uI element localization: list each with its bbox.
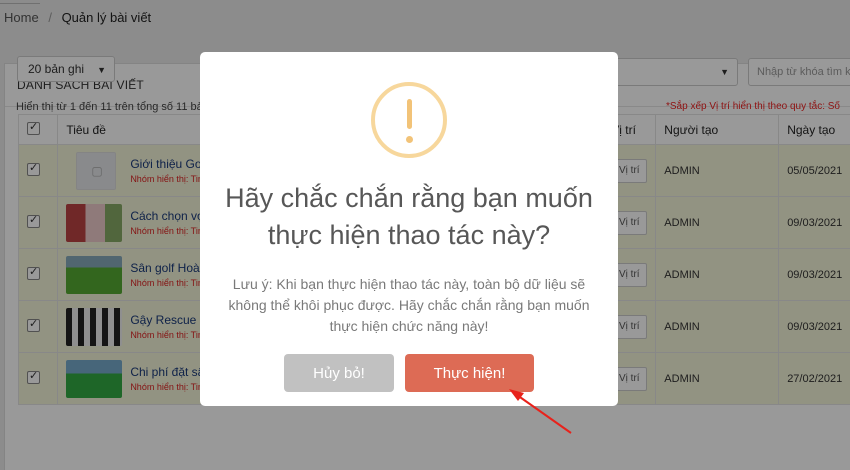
dialog-message: Lưu ý: Khi bạn thực hiện thao tác này, t…: [228, 276, 590, 334]
confirm-button[interactable]: Thực hiện!: [405, 354, 534, 392]
dialog-title: Hãy chắc chắn rằng bạn muốn thực hiện th…: [225, 183, 593, 250]
cancel-button[interactable]: Hủy bỏ!: [284, 354, 394, 392]
confirm-dialog: Hãy chắc chắn rằng bạn muốn thực hiện th…: [200, 52, 618, 406]
warning-icon: [371, 82, 447, 158]
